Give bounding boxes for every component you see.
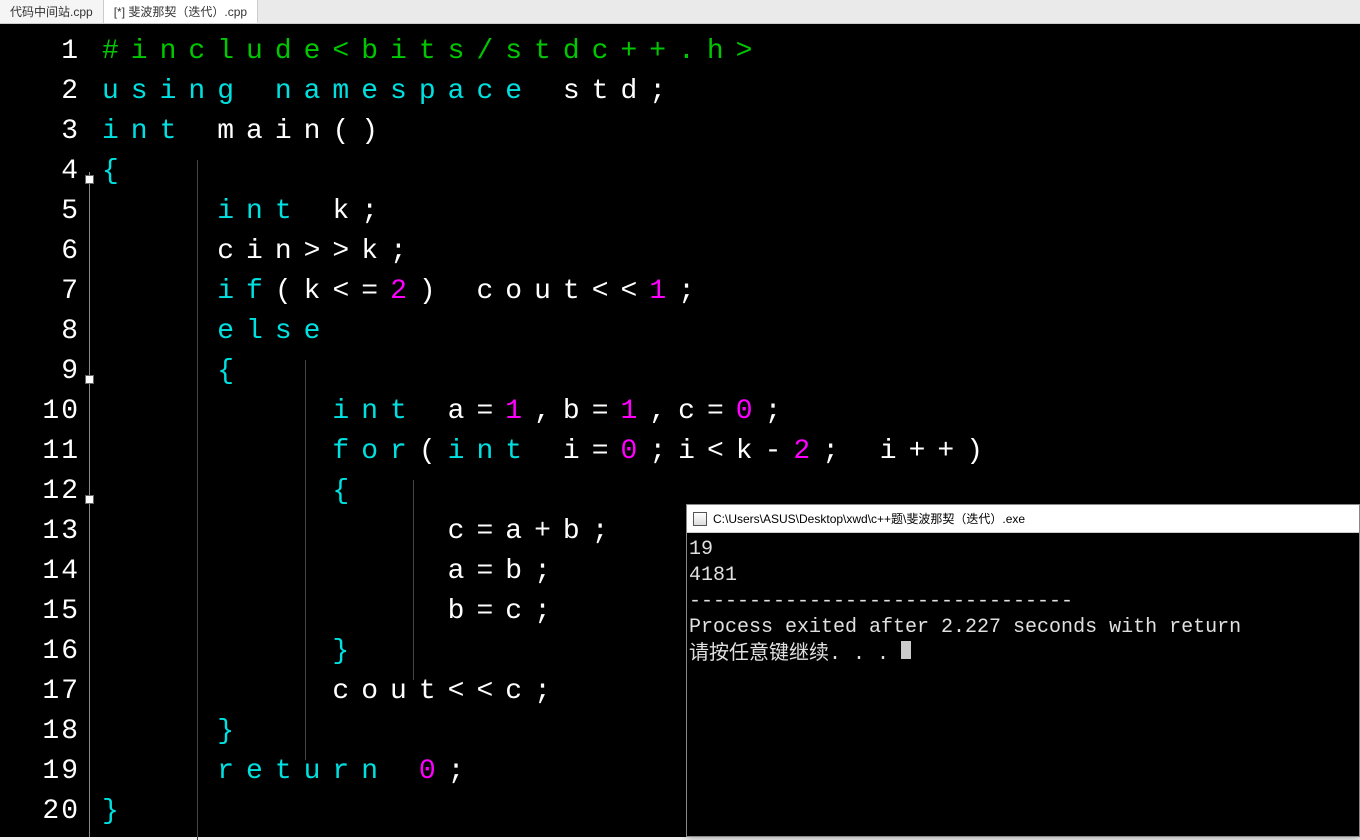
console-titlebar[interactable]: C:\Users\ASUS\Desktop\xwd\c++题\斐波那契（迭代）.… (687, 505, 1359, 533)
line-number: 12 (0, 472, 80, 512)
tab-label: [*] 斐波那契（迭代）.cpp (114, 3, 247, 20)
line-number: 15 (0, 592, 80, 632)
indent-guide (413, 480, 414, 680)
line-number: 11 (0, 432, 80, 472)
code-line[interactable]: using namespace std; (102, 72, 1360, 112)
code-line[interactable]: int k; (102, 192, 1360, 232)
console-line: 19 (689, 537, 1357, 563)
fold-guide-line (89, 172, 90, 837)
tab-file-2[interactable]: [*] 斐波那契（迭代）.cpp (104, 0, 258, 23)
code-line[interactable]: { (102, 352, 1360, 392)
code-line[interactable]: cin>>k; (102, 232, 1360, 272)
line-number: 2 (0, 72, 80, 112)
line-number: 3 (0, 112, 80, 152)
console-cursor (901, 641, 911, 659)
code-line[interactable]: int a=1,b=1,c=0; (102, 392, 1360, 432)
indent-guide (197, 160, 198, 840)
line-number: 14 (0, 552, 80, 592)
line-number: 9 (0, 352, 80, 392)
line-number: 13 (0, 512, 80, 552)
fold-marker[interactable] (85, 175, 94, 184)
tab-bar: 代码中间站.cpp [*] 斐波那契（迭代）.cpp (0, 0, 1360, 24)
line-number: 4 (0, 152, 80, 192)
fold-marker[interactable] (85, 375, 94, 384)
line-number: 19 (0, 752, 80, 792)
code-line[interactable]: if(k<=2) cout<<1; (102, 272, 1360, 312)
console-line: 请按任意键继续. . . (689, 641, 1357, 668)
code-line[interactable]: #include<bits/stdc++.h> (102, 32, 1360, 72)
code-line[interactable]: else (102, 312, 1360, 352)
line-number: 7 (0, 272, 80, 312)
fold-column (84, 32, 98, 837)
console-line: -------------------------------- (689, 589, 1357, 615)
fold-marker[interactable] (85, 495, 94, 504)
line-number: 8 (0, 312, 80, 352)
line-number: 1 (0, 32, 80, 72)
line-number: 20 (0, 792, 80, 832)
indent-guide (305, 360, 306, 760)
line-number-gutter: 1234567891011121314151617181920 (0, 32, 84, 837)
tab-label: 代码中间站.cpp (10, 3, 93, 20)
line-number: 10 (0, 392, 80, 432)
console-title: C:\Users\ASUS\Desktop\xwd\c++题\斐波那契（迭代）.… (713, 510, 1025, 527)
code-line[interactable]: int main() (102, 112, 1360, 152)
line-number: 5 (0, 192, 80, 232)
code-line[interactable]: { (102, 152, 1360, 192)
line-number: 16 (0, 632, 80, 672)
line-number: 17 (0, 672, 80, 712)
line-number: 18 (0, 712, 80, 752)
line-number: 6 (0, 232, 80, 272)
console-window[interactable]: C:\Users\ASUS\Desktop\xwd\c++题\斐波那契（迭代）.… (686, 504, 1360, 837)
tab-file-1[interactable]: 代码中间站.cpp (0, 0, 104, 23)
code-line[interactable]: for(int i=0;i<k-2; i++) (102, 432, 1360, 472)
console-line: Process exited after 2.227 seconds with … (689, 615, 1357, 641)
console-app-icon (693, 512, 707, 526)
console-line: 4181 (689, 563, 1357, 589)
console-output: 194181--------------------------------Pr… (687, 533, 1359, 836)
